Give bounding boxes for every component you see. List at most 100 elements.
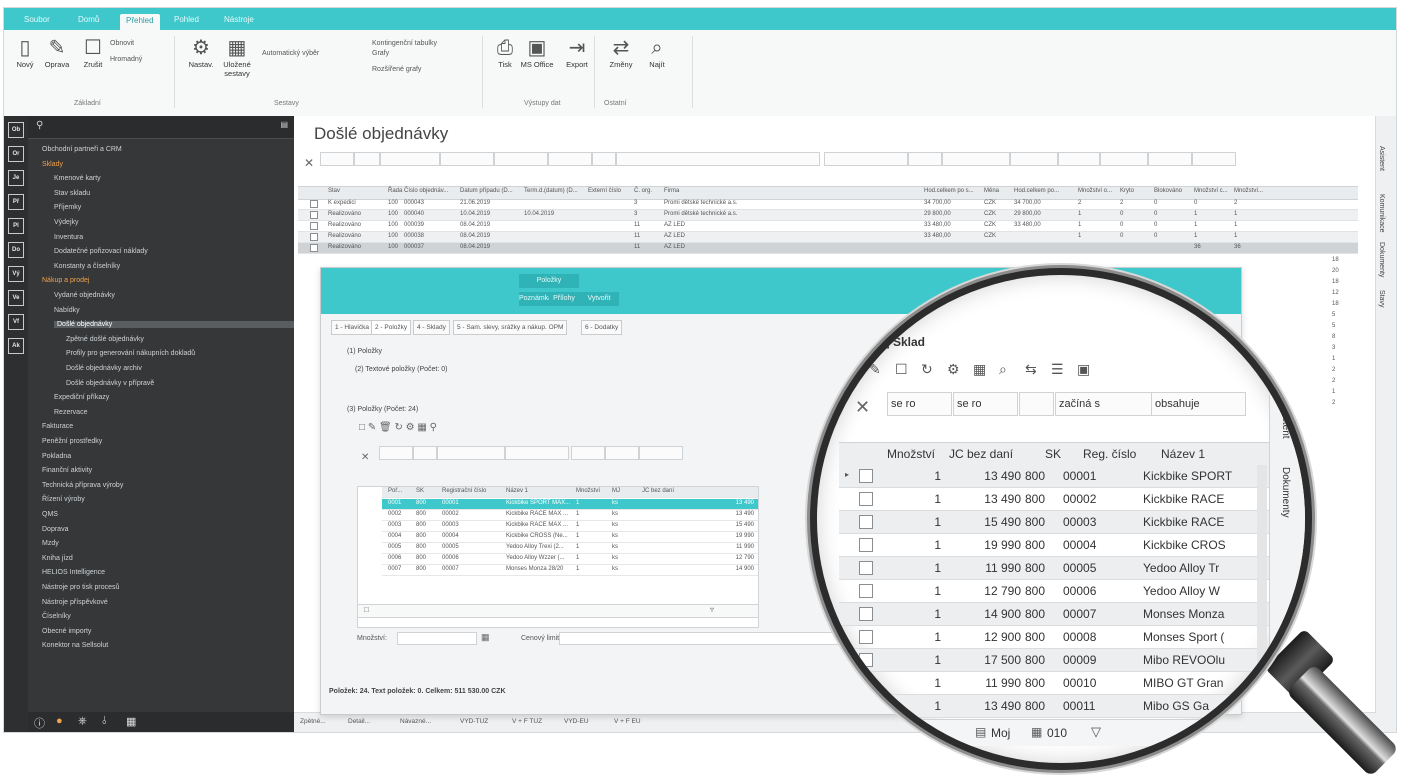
dialog-tab-1[interactable]: 2 - Položky (371, 320, 412, 335)
side-tab-3[interactable]: Stavy (1378, 290, 1385, 308)
ribbon-button-8[interactable]: ⇄ Změny (604, 36, 638, 69)
module-icon-5[interactable]: Do (8, 242, 24, 258)
nav-item[interactable]: Příjemky (54, 204, 81, 211)
nav-item[interactable]: Inventura (54, 234, 83, 241)
lens-row[interactable]: ▸ 1 13 490 800 00001 Kickbike SPORT (839, 465, 1269, 488)
lens-row[interactable]: 1 12 900 800 00008 Monses Sport ( (839, 626, 1269, 649)
list-icon[interactable]: ☰ (1051, 361, 1064, 378)
bottom-item-1[interactable]: Detail... (348, 718, 370, 725)
gear-icon[interactable]: ⚙ (947, 361, 960, 378)
column-filter-11[interactable] (1010, 152, 1058, 166)
lens-side-tab-1[interactable]: Dokumenty (1280, 467, 1291, 518)
lens-row[interactable]: 1 17 500 800 00009 Mibo REVOOlu (839, 649, 1269, 672)
lens-column-header[interactable]: JC bez daní (949, 447, 1013, 461)
nav-item[interactable]: Expediční příkazy (54, 394, 109, 401)
nav-item[interactable]: Obchodní partneři a CRM (42, 146, 122, 153)
dialog-tab-4[interactable]: 6 - Dodatky (581, 320, 623, 335)
column-header[interactable]: Stav (328, 188, 340, 194)
module-icon-3[interactable]: Př (8, 194, 24, 210)
bottom-item-3[interactable]: VYD-TUZ (460, 718, 488, 725)
ribbon-button-4[interactable]: ▦ Uložené sestavy (220, 36, 254, 78)
lens-row[interactable]: 1 11 990 800 00005 Yedoo Alloy Tr (839, 557, 1269, 580)
calculator-icon[interactable]: ▦ (481, 632, 490, 643)
nav-item[interactable]: QMS (42, 511, 58, 518)
column-header[interactable]: Množství o... (1078, 188, 1112, 194)
home-icon[interactable]: ● (56, 715, 63, 727)
grid-icon[interactable]: ▦ (973, 361, 986, 378)
ribbon-button-0[interactable]: ▯ Nový (8, 36, 42, 69)
column-filter-1[interactable] (354, 152, 380, 166)
lens-column-header[interactable]: Reg. číslo (1083, 447, 1136, 461)
nav-item[interactable]: Mzdy (42, 540, 59, 547)
items-row[interactable]: 0005 800 00005 Yedoo Alloy Trexi (2... 1 ks 11… (382, 543, 758, 554)
inner-filter-1[interactable] (413, 446, 437, 460)
nav-item[interactable]: Nabídky (54, 307, 80, 314)
column-filter-12[interactable] (1058, 152, 1100, 166)
inner-filter-5[interactable] (605, 446, 639, 460)
dialog-tab-0[interactable]: 1 - Hlavička (331, 320, 373, 335)
row-checkbox[interactable] (310, 200, 318, 208)
lens-scrollbar[interactable] (1257, 465, 1267, 715)
help-icon[interactable]: ⓘ (34, 715, 45, 731)
side-tab-0[interactable]: Asistent (1378, 146, 1385, 171)
dialog-tab-3[interactable]: 5 - Sam. slevy, srážky a nákup. OPM (453, 320, 568, 335)
table-row[interactable]: K expedici 100 000043 21.06.2019 3 Promi děts… (298, 199, 1358, 210)
nav-search-bar[interactable]: ⚲ ▤ (28, 116, 294, 139)
nav-item[interactable]: Kmenové karty (54, 175, 101, 182)
nav-item[interactable]: Fakturace (42, 423, 73, 430)
nav-item[interactable]: Dodatečné pořizovací náklady (54, 248, 148, 255)
table-row[interactable]: Realizováno 100 000038 08.04.2019 11 AZ LED 33… (298, 232, 1358, 243)
nav-item[interactable]: Nákup a prodej (42, 277, 89, 284)
nav-item[interactable]: Číselníky (42, 613, 71, 620)
file-icon[interactable]: □ (364, 605, 369, 614)
nav-item[interactable]: Sklady (42, 161, 63, 168)
nav-item[interactable]: Zpětné došlé objednávky (66, 336, 144, 343)
inner-column-header[interactable]: MJ (612, 488, 620, 494)
column-header[interactable]: Č. org. (634, 188, 652, 194)
module-icon-1[interactable]: Or (8, 146, 24, 162)
column-header[interactable]: Množství... (1234, 188, 1263, 194)
column-header[interactable]: Hod.celkem po s... (924, 188, 974, 194)
refresh-icon[interactable]: ↻ (394, 422, 402, 433)
nav-item[interactable]: Doprava (42, 526, 68, 533)
column-filter-13[interactable] (1100, 152, 1148, 166)
nav-item[interactable]: HELIOS Intelligence (42, 569, 105, 576)
inner-filter-0[interactable] (379, 446, 413, 460)
nav-item[interactable]: Výdejky (54, 219, 79, 226)
ribbon-small-button-2[interactable]: Automatický výběr (262, 50, 319, 57)
section-header-1[interactable]: (2) Textové položky (Počet: 0) (355, 366, 447, 373)
module-icon-0[interactable]: Ob (8, 122, 24, 138)
lens-column-header[interactable]: SK (1045, 447, 1061, 461)
row-checkbox[interactable] (310, 233, 318, 241)
pencil-icon[interactable]: ✎ (869, 361, 881, 378)
inner-column-header[interactable]: JC bez daní (642, 488, 674, 494)
column-header[interactable]: Term.d.(datum) (D... (524, 188, 578, 194)
items-row[interactable]: 0007 800 00007 Monses Monza 28/20 1 ks 14 900 (382, 565, 758, 576)
column-filter-8[interactable] (824, 152, 908, 166)
nav-item[interactable]: Technická příprava výroby (42, 482, 123, 489)
lens-column-header[interactable]: Množství (887, 447, 935, 461)
nav-item[interactable]: Stav skladu (54, 190, 90, 197)
bottom-item-2[interactable]: Návazné... (400, 718, 431, 725)
ribbon-tab-0[interactable]: Soubor (18, 13, 56, 27)
trash-icon[interactable]: ☐ (895, 361, 908, 378)
ribbon-tab-3[interactable]: Pohled (168, 13, 205, 27)
module-icon-9[interactable]: Ak (8, 338, 24, 354)
lens-row[interactable]: 1 15 490 800 00003 Kickbike RACE (839, 511, 1269, 534)
pencil-icon[interactable]: ✎ (368, 422, 376, 433)
dialog-top-tab-1[interactable]: Poznámka (519, 292, 552, 306)
nav-item[interactable]: Pokladna (42, 453, 71, 460)
ribbon-tab-1[interactable]: Domů (72, 13, 105, 27)
ribbon-small-button-5[interactable]: Kontingenční tabulky (372, 40, 437, 47)
search-icon[interactable]: ⌕ (999, 361, 1007, 378)
items-row[interactable]: 0006 800 00006 Yedoo Alloy Wzzer (... 1 ks 12 … (382, 554, 758, 565)
lens-row[interactable]: 1 19 990 800 00004 Kickbike CROS (839, 534, 1269, 557)
side-tab-1[interactable]: Komunikace (1378, 194, 1385, 233)
dialog-top-tab-0[interactable]: Položky (519, 274, 579, 288)
inner-column-header[interactable]: Množství (576, 488, 600, 494)
inner-filter-6[interactable] (639, 446, 683, 460)
table-row[interactable]: Realizováno 100 000040 10.04.2019 10.04.2019… (298, 210, 1358, 221)
items-row[interactable]: 0004 800 00004 Kickbike CROSS (Ne... 1 ks 19 9… (382, 532, 758, 543)
clear-filter-icon[interactable]: ✕ (361, 452, 369, 463)
bottom-item-0[interactable]: Zpětné... (300, 718, 326, 725)
